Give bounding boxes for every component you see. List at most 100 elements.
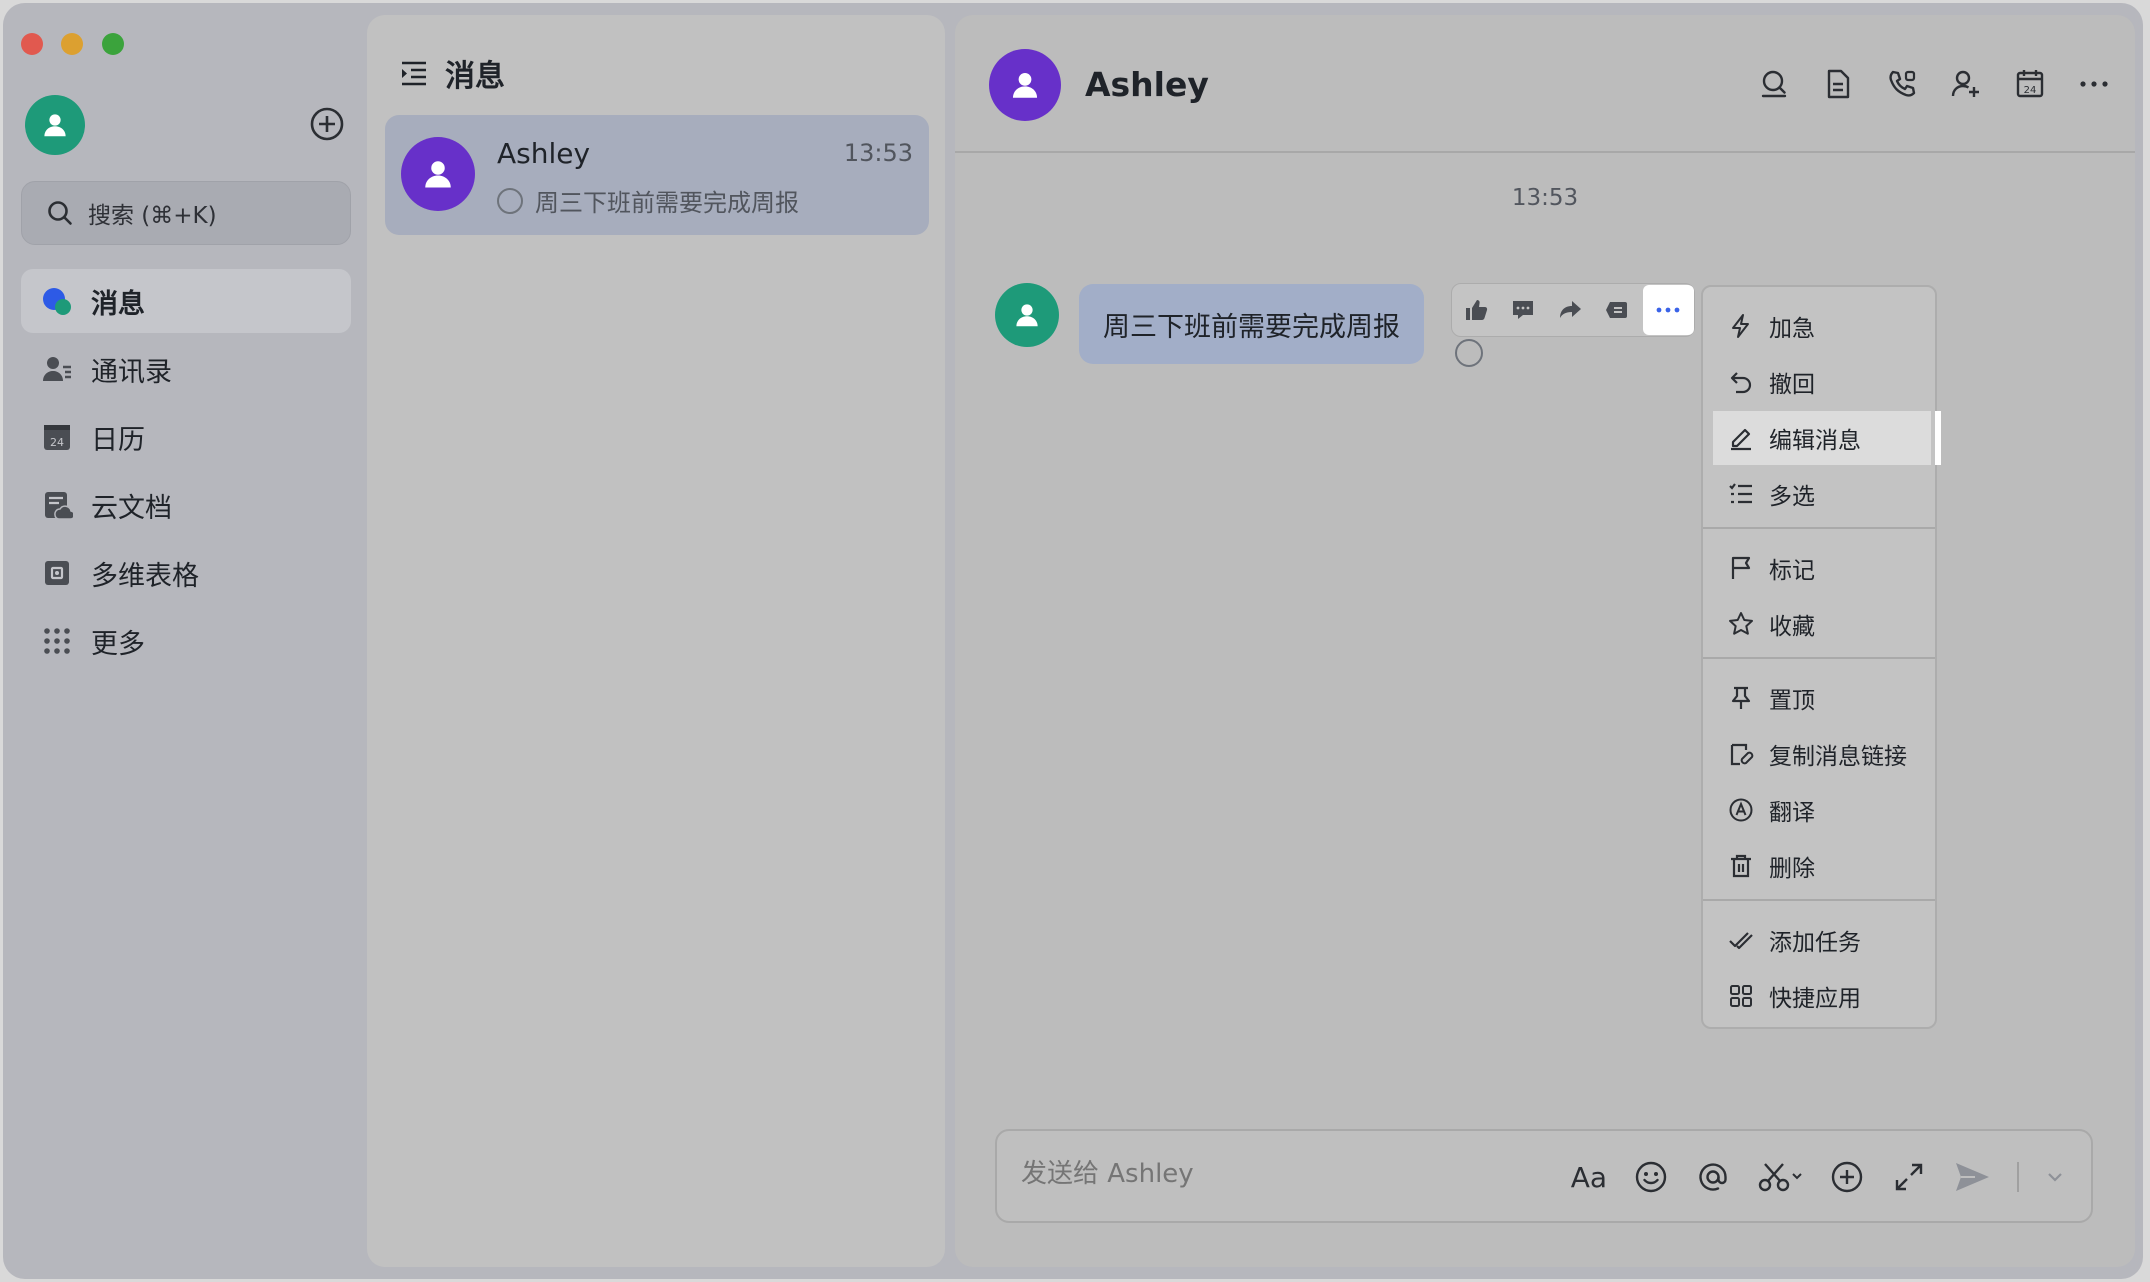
menu-item-label: 复制消息链接 [1769, 744, 1907, 770]
plus-circle-icon[interactable] [1829, 1155, 1865, 1199]
thumbs-up-icon[interactable] [1452, 284, 1499, 336]
undo-icon [1727, 368, 1755, 396]
chat-name: Ashley [497, 137, 591, 170]
calendar-icon: 24 [41, 421, 73, 453]
minimize-window-button[interactable] [61, 33, 83, 55]
app-window: 搜索 (⌘+K) 消息 通讯录 24 日历 云文档 多维表格 更多 消息 Ash… [3, 3, 2143, 1279]
menu-item-label: 快捷应用 [1769, 986, 1861, 1012]
user-icon [1012, 72, 1038, 98]
reply-comment-icon[interactable] [1499, 284, 1546, 336]
font-format-button[interactable]: Aa [1571, 1155, 1607, 1199]
menu-item-urgent[interactable]: 加急 [1713, 299, 1931, 353]
message-timestamp: 13:53 [1511, 185, 1579, 211]
menu-item-label: 删除 [1769, 856, 1815, 882]
menu-item-label: 收藏 [1769, 614, 1815, 640]
sidebar-item-label: 消息 [91, 288, 145, 320]
menu-divider [1703, 899, 1935, 901]
menu-item-edit[interactable]: 编辑消息 [1713, 411, 1941, 465]
sidebar-item-label: 通讯录 [91, 356, 172, 388]
menu-divider [1703, 657, 1935, 659]
message-bubble[interactable]: 周三下班前需要完成周报 [1079, 284, 1424, 364]
menu-item-quick-apps[interactable]: 快捷应用 [1713, 969, 1931, 1023]
quote-icon[interactable] [1594, 284, 1641, 336]
menu-item-translate[interactable]: 翻译 [1713, 783, 1931, 837]
sidebar-item-cloud-docs[interactable]: 云文档 [21, 473, 351, 537]
menu-divider [1703, 527, 1935, 529]
message-input[interactable] [1021, 1159, 1541, 1189]
avatar [401, 137, 475, 211]
calendar-icon[interactable]: 24 [2013, 67, 2047, 101]
search-input[interactable]: 搜索 (⌘+K) [21, 181, 351, 245]
add-task-icon [1727, 926, 1755, 954]
user-icon [425, 161, 451, 188]
menu-item-flag[interactable]: 标记 [1713, 541, 1931, 595]
copy-link-icon [1727, 740, 1755, 768]
chat-list-panel: 消息 Ashley 13:53 周三下班前需要完成周报 [367, 15, 945, 1267]
add-member-icon[interactable] [1949, 67, 1983, 101]
user-icon [44, 114, 66, 137]
sidebar-item-label: 多维表格 [91, 560, 199, 592]
chat-preview: 周三下班前需要完成周报 [497, 183, 799, 218]
avatar[interactable] [995, 283, 1059, 347]
search-placeholder: 搜索 (⌘+K) [88, 203, 217, 229]
sidebar-item-more[interactable]: 更多 [21, 609, 351, 673]
menu-item-pin[interactable]: 置顶 [1713, 671, 1931, 725]
collapse-list-icon[interactable] [399, 58, 429, 88]
emoji-icon[interactable] [1633, 1155, 1669, 1199]
conversation-title: Ashley [1085, 65, 1209, 104]
sidebar-item-calendar[interactable]: 24 日历 [21, 405, 351, 469]
edit-icon [1727, 424, 1755, 452]
cloud-doc-icon [41, 489, 73, 521]
svg-text:24: 24 [50, 436, 64, 449]
svg-text:24: 24 [2024, 85, 2037, 96]
menu-item-copy-link[interactable]: 复制消息链接 [1713, 727, 1931, 781]
add-button[interactable] [309, 106, 345, 142]
avatar[interactable] [25, 95, 85, 155]
more-actions-button[interactable] [1642, 285, 1695, 335]
forward-icon[interactable] [1546, 284, 1593, 336]
user-icon [1016, 304, 1038, 327]
base-table-icon [41, 557, 73, 589]
grid-dots-icon [41, 625, 73, 657]
message-actions-bar [1451, 283, 1695, 337]
menu-item-favorite[interactable]: 收藏 [1713, 597, 1931, 651]
mention-icon[interactable] [1695, 1155, 1731, 1199]
avatar[interactable] [989, 49, 1061, 121]
more-icon[interactable] [2077, 67, 2111, 101]
chat-bubble-icon [41, 285, 73, 317]
menu-item-add-task[interactable]: 添加任务 [1713, 913, 1931, 967]
lightning-icon [1727, 312, 1755, 340]
menu-item-label: 编辑消息 [1769, 428, 1861, 454]
page-title: 消息 [445, 59, 505, 94]
menu-item-label: 添加任务 [1769, 930, 1861, 956]
list-item[interactable]: Ashley 13:53 周三下班前需要完成周报 [385, 115, 929, 235]
zoom-window-button[interactable] [102, 33, 124, 55]
header-actions: 24 [1757, 67, 2111, 101]
sidebar-item-label: 云文档 [91, 492, 172, 524]
flag-icon [1727, 554, 1755, 582]
menu-item-label: 多选 [1769, 484, 1815, 510]
plus-circle-icon [310, 107, 344, 141]
document-icon[interactable] [1821, 67, 1855, 101]
send-icon[interactable] [1953, 1155, 1991, 1199]
sidebar-item-contacts[interactable]: 通讯录 [21, 337, 351, 401]
chevron-down-icon[interactable] [2045, 1155, 2065, 1199]
menu-item-label: 撤回 [1769, 372, 1815, 398]
phone-icon[interactable] [1885, 67, 1919, 101]
expand-icon[interactable] [1891, 1155, 1927, 1199]
menu-item-multiselect[interactable]: 多选 [1713, 467, 1931, 521]
contacts-icon [41, 353, 73, 385]
sidebar-item-label: 更多 [91, 628, 145, 660]
menu-item-recall[interactable]: 撤回 [1713, 355, 1931, 409]
menu-item-delete[interactable]: 删除 [1713, 839, 1931, 893]
chat-list-header: 消息 [399, 51, 505, 95]
apps-icon [1727, 982, 1755, 1010]
sidebar-item-messages[interactable]: 消息 [21, 269, 351, 333]
sidebar-item-base[interactable]: 多维表格 [21, 541, 351, 605]
chat-time: 13:53 [843, 139, 913, 167]
close-window-button[interactable] [21, 33, 43, 55]
screenshot-scissors-icon[interactable] [1757, 1155, 1803, 1199]
search-chat-icon[interactable] [1757, 67, 1791, 101]
multi-select-icon [1727, 480, 1755, 508]
message-composer: Aa [995, 1129, 2093, 1223]
